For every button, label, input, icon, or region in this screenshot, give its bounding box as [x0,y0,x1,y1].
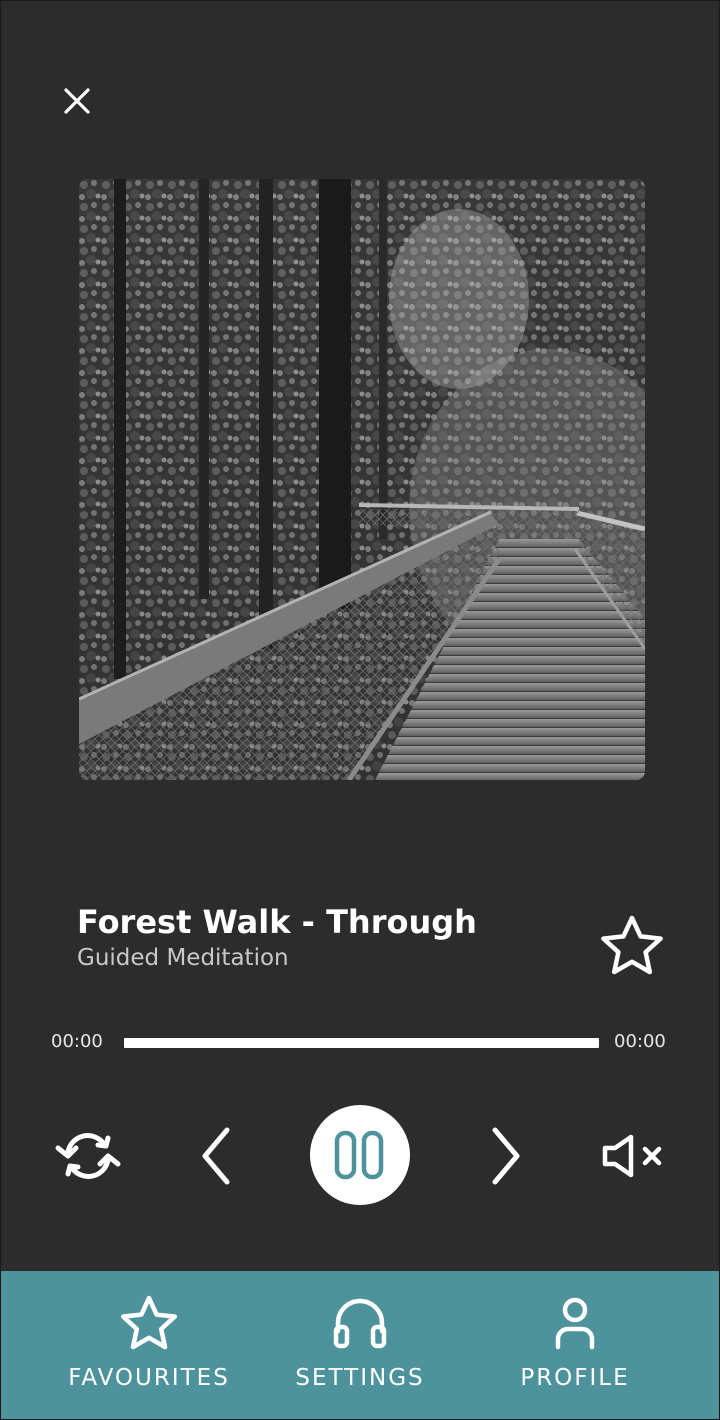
player-screen: Forest Walk - Through Guided Meditation … [0,0,720,1420]
progress-bar[interactable] [124,1038,599,1048]
repeat-button[interactable] [51,1119,125,1193]
forest-boardwalk-image [79,179,645,780]
nav-item-profile[interactable]: PROFILE [475,1271,675,1419]
track-title: Forest Walk - Through [77,903,477,941]
chevron-left-icon [202,1127,230,1185]
bottom-navigation: FAVOURITES SETTINGS PROFILE [1,1271,719,1419]
star-outline-icon [601,915,663,975]
current-time: 00:00 [51,1031,103,1052]
headphones-icon [333,1298,387,1349]
star-icon [120,1295,178,1350]
track-subtitle: Guided Meditation [77,945,289,971]
album-artwork [79,179,645,780]
nav-label-favourites: FAVOURITES [68,1365,230,1391]
volume-mute-icon [602,1134,662,1178]
close-icon [64,88,90,114]
next-button[interactable] [475,1119,535,1193]
chevron-right-icon [492,1127,520,1185]
repeat-icon [55,1133,121,1179]
nav-label-settings: SETTINGS [295,1365,425,1391]
close-button[interactable] [57,81,97,121]
favourite-button[interactable] [597,911,667,981]
nav-label-profile: PROFILE [520,1365,630,1391]
play-pause-button[interactable] [310,1105,410,1205]
pause-icon [334,1130,384,1180]
nav-item-favourites[interactable]: FAVOURITES [49,1271,249,1419]
previous-button[interactable] [187,1119,247,1193]
user-icon [555,1297,595,1350]
nav-item-settings[interactable]: SETTINGS [260,1271,460,1419]
total-time: 00:00 [614,1031,666,1052]
mute-button[interactable] [597,1119,671,1193]
